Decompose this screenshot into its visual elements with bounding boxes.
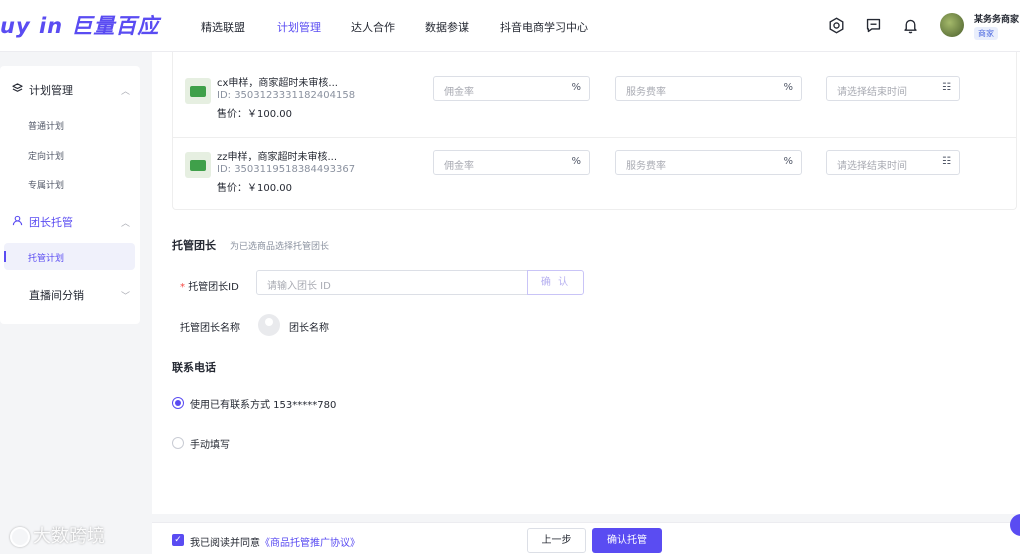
leader-section-subtitle: 为已选商品选择托管团长 [230, 242, 330, 252]
product-thumbnail [185, 78, 211, 104]
watermark-logo-icon [10, 527, 30, 547]
confirm-hosting-button[interactable]: 确认托管 [592, 528, 662, 553]
leader-name-value: 团长名称 [289, 323, 329, 334]
table-row: cx申样，商家超时未审核... ID: 3503123331182404158 … [173, 64, 1016, 136]
sidebar: 计划管理 ︿ 普通计划 定向计划 专属计划 团长托管 ︿ 托管计划 直播间分销 … [0, 66, 140, 324]
sidebar-group-live-distribution[interactable]: 直播间分销 [29, 287, 84, 303]
sidebar-group-leader-hosting[interactable]: 团长托管 [29, 214, 73, 230]
agreement-link[interactable]: 《商品托管推广协议》 [260, 538, 360, 549]
user-avatar[interactable] [940, 13, 964, 37]
sidebar-item-normal-plan[interactable]: 普通计划 [28, 119, 64, 132]
chevron-up-icon[interactable]: ︿ [121, 216, 130, 229]
watermark: 大数跨境 [10, 522, 105, 548]
table-row: zz申样，商家超时未审核... ID: 3503119518384493367 … [173, 137, 1016, 209]
app-logo[interactable]: uy in 巨量百应 [0, 10, 159, 40]
service-rate-input[interactable]: 服务费率 % [615, 76, 802, 101]
calendar-icon: ☷ [942, 156, 951, 167]
leader-name-label: 托管团长名称 [180, 323, 240, 334]
sidebar-item-directed-plan[interactable]: 定向计划 [28, 149, 64, 162]
contact-section-title: 联系电话 [172, 361, 216, 374]
radio-manual-entry-label[interactable]: 手动填写 [190, 436, 230, 451]
agreement-text: 我已阅读并同意《商品托管推广协议》 [190, 538, 360, 549]
product-thumbnail [185, 152, 211, 178]
layers-icon [12, 83, 23, 92]
bell-icon[interactable] [902, 17, 919, 34]
leader-avatar [258, 314, 280, 336]
settings-icon[interactable] [828, 17, 845, 34]
leader-id-label: * 托管团长ID [180, 282, 239, 293]
sidebar-item-hosting-plan[interactable]: 托管计划 [4, 243, 135, 270]
commission-rate-input[interactable]: 佣金率 % [433, 76, 590, 101]
user-group-icon [12, 215, 23, 226]
confirm-leader-button[interactable]: 确 认 [527, 270, 584, 295]
message-icon[interactable] [865, 17, 882, 34]
chevron-up-icon[interactable]: ︿ [121, 84, 130, 97]
percent-suffix: % [783, 82, 793, 93]
chevron-down-icon[interactable]: ﹀ [121, 289, 130, 302]
product-id: ID: 3503123331182404158 [217, 90, 356, 101]
leader-section-title: 托管团长 [172, 239, 216, 252]
calendar-icon: ☷ [942, 82, 951, 93]
product-id: ID: 3503119518384493367 [217, 164, 356, 175]
product-title: zz申样，商家超时未审核... [217, 152, 338, 163]
product-title: cx申样，商家超时未审核... [217, 78, 338, 89]
agree-checkbox[interactable]: ✓ [172, 534, 184, 546]
end-time-picker[interactable]: 请选择结束时间 ☷ [826, 150, 960, 175]
sidebar-item-label: 托管计划 [28, 254, 65, 264]
percent-suffix: % [571, 82, 581, 93]
nav-item-plan-management[interactable]: 计划管理 [277, 19, 321, 35]
product-price: 售价：￥100.00 [217, 109, 292, 120]
nav-item-talent-cooperation[interactable]: 达人合作 [351, 19, 395, 35]
radio-manual-entry[interactable] [172, 437, 184, 449]
sidebar-item-exclusive-plan[interactable]: 专属计划 [28, 178, 64, 191]
nav-item-learning-center[interactable]: 抖音电商学习中心 [500, 19, 588, 35]
radio-existing-contact[interactable] [172, 397, 184, 409]
product-table: cx申样，商家超时未审核... ID: 3503123331182404158 … [172, 52, 1017, 210]
previous-step-button[interactable]: 上一步 [527, 528, 586, 553]
percent-suffix: % [783, 156, 793, 167]
sidebar-group-plan-management[interactable]: 计划管理 [29, 82, 73, 98]
end-time-picker[interactable]: 请选择结束时间 ☷ [826, 76, 960, 101]
radio-existing-contact-label[interactable]: 使用已有联系方式 153*****780 [190, 396, 336, 411]
percent-suffix: % [571, 156, 581, 167]
user-name[interactable]: 某务务商家 [974, 12, 1019, 25]
top-header: uy in 巨量百应 精选联盟 计划管理 达人合作 数据参谋 抖音电商学习中心 … [0, 0, 1020, 52]
footer-bar: ✓ 我已阅读并同意《商品托管推广协议》 上一步 确认托管 [152, 522, 1020, 554]
commission-rate-input[interactable]: 佣金率 % [433, 150, 590, 175]
product-price: 售价：￥100.00 [217, 183, 292, 194]
service-rate-input[interactable]: 服务费率 % [615, 150, 802, 175]
nav-item-selected-alliance[interactable]: 精选联盟 [201, 19, 245, 35]
required-mark: * [180, 282, 185, 293]
main-content: cx申样，商家超时未审核... ID: 3503123331182404158 … [152, 52, 1020, 514]
user-role-badge: 商家 [974, 27, 998, 40]
active-indicator [4, 251, 6, 262]
leader-id-input[interactable]: 请输入团长 ID [256, 270, 528, 295]
nav-item-data-advisor[interactable]: 数据参谋 [425, 19, 469, 35]
